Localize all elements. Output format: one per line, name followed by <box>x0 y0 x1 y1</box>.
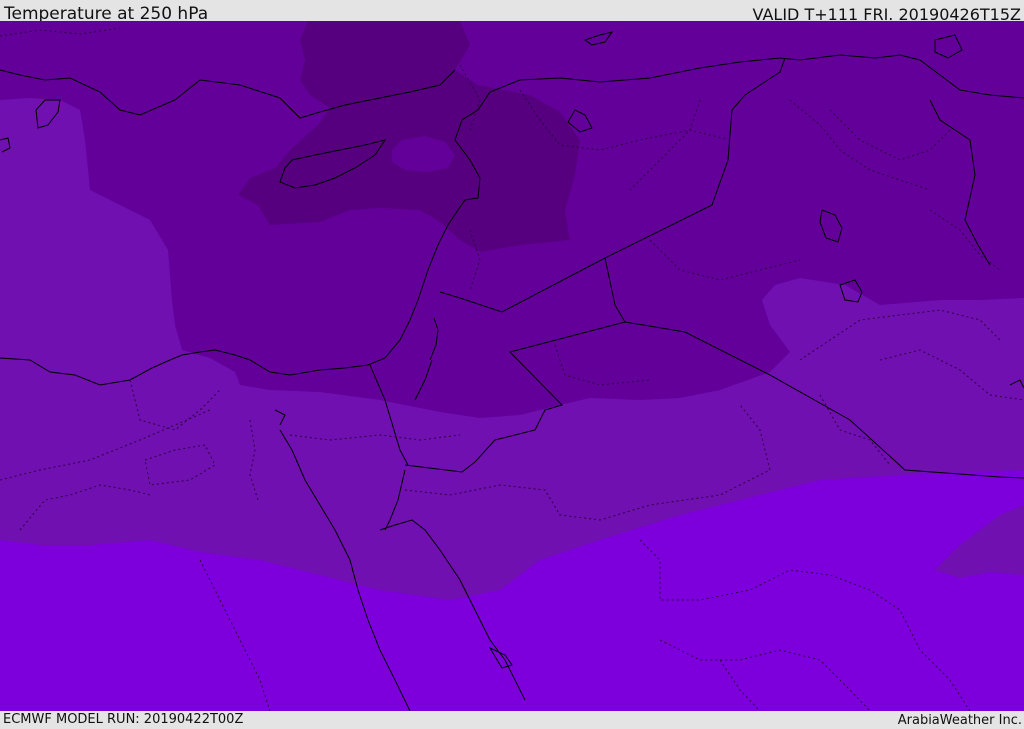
credit-label: ArabiaWeather Inc. <box>897 713 1022 728</box>
weather-map <box>0 21 1024 711</box>
footer-bar: ECMWF MODEL RUN: 20190422T00Z ArabiaWeat… <box>0 711 1024 729</box>
header-bar: Temperature at 250 hPa VALID T+111 FRI. … <box>0 0 1024 24</box>
model-run-label: ECMWF MODEL RUN: 20190422T00Z <box>3 712 244 727</box>
warm-spot <box>576 176 594 190</box>
